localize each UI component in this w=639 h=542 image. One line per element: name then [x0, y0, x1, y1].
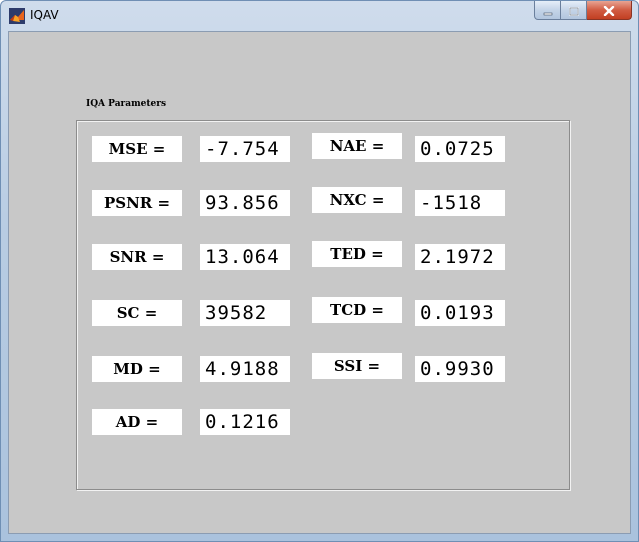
mse-label: MSE = [92, 136, 182, 162]
ad-label: AD = [92, 409, 182, 435]
nxc-value: -1518 [415, 190, 505, 216]
psnr-label: PSNR = [92, 190, 182, 216]
close-icon [603, 1, 615, 20]
maximize-icon [568, 1, 579, 20]
app-window: IQAV IQA Parameters MSE = -7.754 PSNR = … [0, 0, 639, 542]
close-button[interactable] [587, 1, 632, 20]
matlab-logo-icon [9, 8, 25, 24]
minimize-button[interactable] [534, 1, 561, 20]
nxc-label: NXC = [312, 187, 402, 213]
psnr-value: 93.856 [200, 190, 290, 216]
nae-value: 0.0725 [415, 136, 505, 162]
md-label: MD = [92, 356, 182, 382]
mse-value: -7.754 [200, 136, 290, 162]
title-bar[interactable]: IQAV [1, 1, 638, 31]
maximize-button[interactable] [561, 1, 587, 20]
ssi-label: SSI = [312, 353, 402, 379]
minimize-icon [543, 1, 553, 20]
window-title: IQAV [30, 8, 59, 22]
ssi-value: 0.9930 [415, 356, 505, 382]
snr-label: SNR = [92, 244, 182, 270]
snr-value: 13.064 [200, 244, 290, 270]
tcd-value: 0.0193 [415, 300, 505, 326]
sc-value: 39582 [200, 300, 290, 326]
ad-value: 0.1216 [200, 409, 290, 435]
window-controls [534, 1, 632, 21]
sc-label: SC = [92, 300, 182, 326]
md-value: 4.9188 [200, 356, 290, 382]
panel-title: IQA Parameters [83, 99, 170, 109]
figure-area: IQA Parameters MSE = -7.754 PSNR = 93.85… [8, 31, 631, 534]
nae-label: NAE = [312, 133, 402, 159]
tcd-label: TCD = [312, 297, 402, 323]
ted-label: TED = [312, 241, 402, 267]
ted-value: 2.1972 [415, 244, 505, 270]
